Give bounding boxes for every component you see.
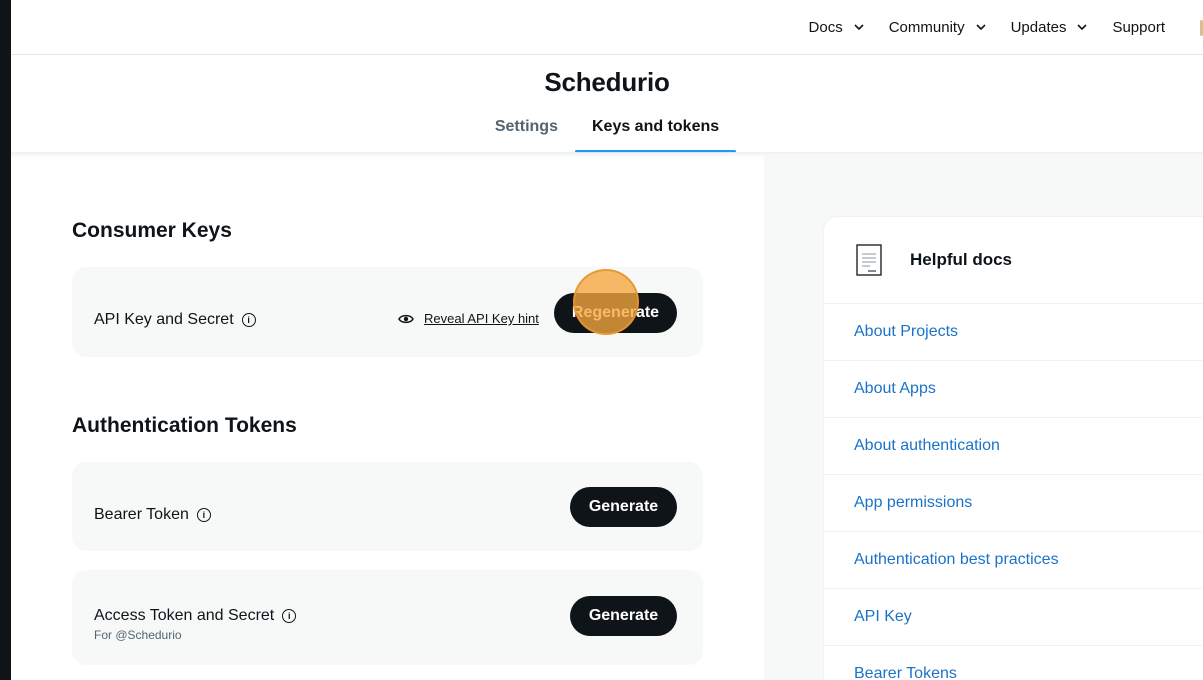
tab-settings[interactable]: Settings [478,110,575,153]
api-key-label: API Key and Secret [94,311,234,328]
info-icon[interactable]: i [282,609,297,623]
doc-link-about-apps[interactable]: About Apps [824,361,1203,418]
reveal-api-key-hint-label: Reveal API Key hint [424,311,539,326]
chevron-down-icon [854,24,864,31]
nav-support-label: Support [1112,18,1165,36]
access-token-label: Access Token and Secret [94,607,275,624]
nav-docs-label: Docs [808,18,843,36]
page-title: Schedurio [544,67,670,97]
bearer-token-label: Bearer Token [94,506,189,523]
nav-support[interactable]: Support [1112,19,1165,36]
top-navigation: Docs Community Updates Support [11,0,1203,55]
nav-community[interactable]: Community [889,19,987,36]
api-key-card: API Key and Secret i Reveal API Key hint… [72,267,703,357]
tab-keys-and-tokens[interactable]: Keys and tokens [574,110,737,153]
reveal-api-key-hint-link[interactable]: Reveal API Key hint [398,311,539,326]
nav-docs[interactable]: Docs [809,19,865,36]
helpful-docs-card: Helpful docs About Projects About Apps A… [824,217,1203,680]
generate-access-token-button[interactable]: Generate [570,596,677,636]
chevron-down-icon [976,24,986,31]
nav-updates[interactable]: Updates [1011,19,1089,36]
bearer-token-card: Bearer Token i Generate [72,462,703,551]
info-icon[interactable]: i [196,508,211,522]
eye-icon [398,314,414,323]
access-token-subtitle: For @Schedurio [94,628,182,642]
doc-link-api-key[interactable]: API Key [824,589,1203,646]
nav-community-label: Community [888,18,965,36]
doc-link-about-projects[interactable]: About Projects [824,304,1203,361]
regenerate-button[interactable]: Regenerate [554,293,677,333]
document-icon [856,244,882,276]
doc-link-about-authentication[interactable]: About authentication [824,418,1203,475]
chevron-down-icon [1077,24,1088,31]
api-key-label-row: API Key and Secret i [94,311,256,329]
helpful-docs-title: Helpful docs [910,250,1013,269]
tab-bar: Settings Keys and tokens [11,110,1203,153]
app-header: Schedurio Settings Keys and tokens [11,55,1203,153]
generate-bearer-token-button[interactable]: Generate [570,487,677,527]
access-token-card: Access Token and Secret i For @Schedurio… [72,570,703,665]
nav-updates-label: Updates [1010,18,1067,36]
doc-link-authentication-best-practices[interactable]: Authentication best practices [824,532,1203,589]
window-edge [0,0,11,680]
access-token-label-row: Access Token and Secret i [94,607,297,625]
helpful-docs-header: Helpful docs [824,217,1203,304]
bearer-token-label-row: Bearer Token i [94,506,211,524]
consumer-keys-heading: Consumer Keys [72,219,232,242]
authentication-tokens-heading: Authentication Tokens [72,414,297,437]
info-icon[interactable]: i [241,313,256,327]
doc-link-bearer-tokens[interactable]: Bearer Tokens [824,646,1203,680]
doc-link-app-permissions[interactable]: App permissions [824,475,1203,532]
